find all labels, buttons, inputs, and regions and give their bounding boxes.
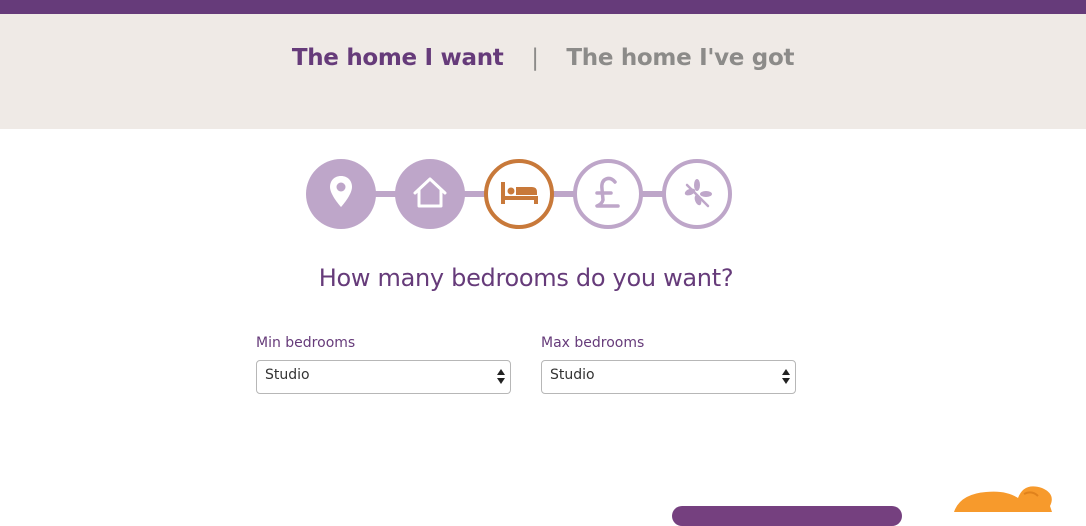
max-bedrooms-label: Max bedrooms — [541, 335, 645, 351]
step-bedrooms[interactable] — [484, 159, 554, 229]
tab-separator: | — [531, 44, 539, 71]
tabs-panel — [0, 14, 1086, 143]
tab-home-i-want[interactable]: The home I want — [292, 45, 504, 71]
active-tab-pointer — [412, 129, 440, 143]
max-bedrooms-value: Studio — [550, 367, 595, 383]
max-bedrooms-select[interactable]: Studio — [541, 360, 796, 394]
min-bedrooms-value: Studio — [265, 367, 310, 383]
tab-bar: The home I want | The home I've got — [0, 44, 1086, 71]
mascot-illustration — [954, 486, 1052, 512]
max-bedrooms-field: Max bedrooms Studio — [541, 334, 796, 394]
select-arrows-icon — [782, 369, 790, 387]
pound-icon — [595, 176, 620, 208]
leaf-icon — [684, 179, 712, 208]
bed-icon — [501, 182, 538, 204]
step-extras[interactable] — [662, 159, 732, 229]
tab-home-ive-got[interactable]: The home I've got — [566, 45, 794, 71]
house-icon — [413, 177, 447, 208]
location-pin-icon — [330, 176, 352, 207]
step-budget[interactable] — [573, 159, 643, 229]
next-button[interactable] — [672, 506, 902, 526]
min-bedrooms-select[interactable]: Studio — [256, 360, 511, 394]
min-bedrooms-field: Min bedrooms Studio — [256, 334, 511, 394]
step-location[interactable] — [306, 159, 376, 229]
step-property-type[interactable] — [395, 159, 465, 229]
top-bar — [0, 0, 1086, 14]
question-heading: How many bedrooms do you want? — [318, 264, 734, 292]
select-arrows-icon — [497, 369, 505, 387]
min-bedrooms-label: Min bedrooms — [256, 335, 356, 351]
